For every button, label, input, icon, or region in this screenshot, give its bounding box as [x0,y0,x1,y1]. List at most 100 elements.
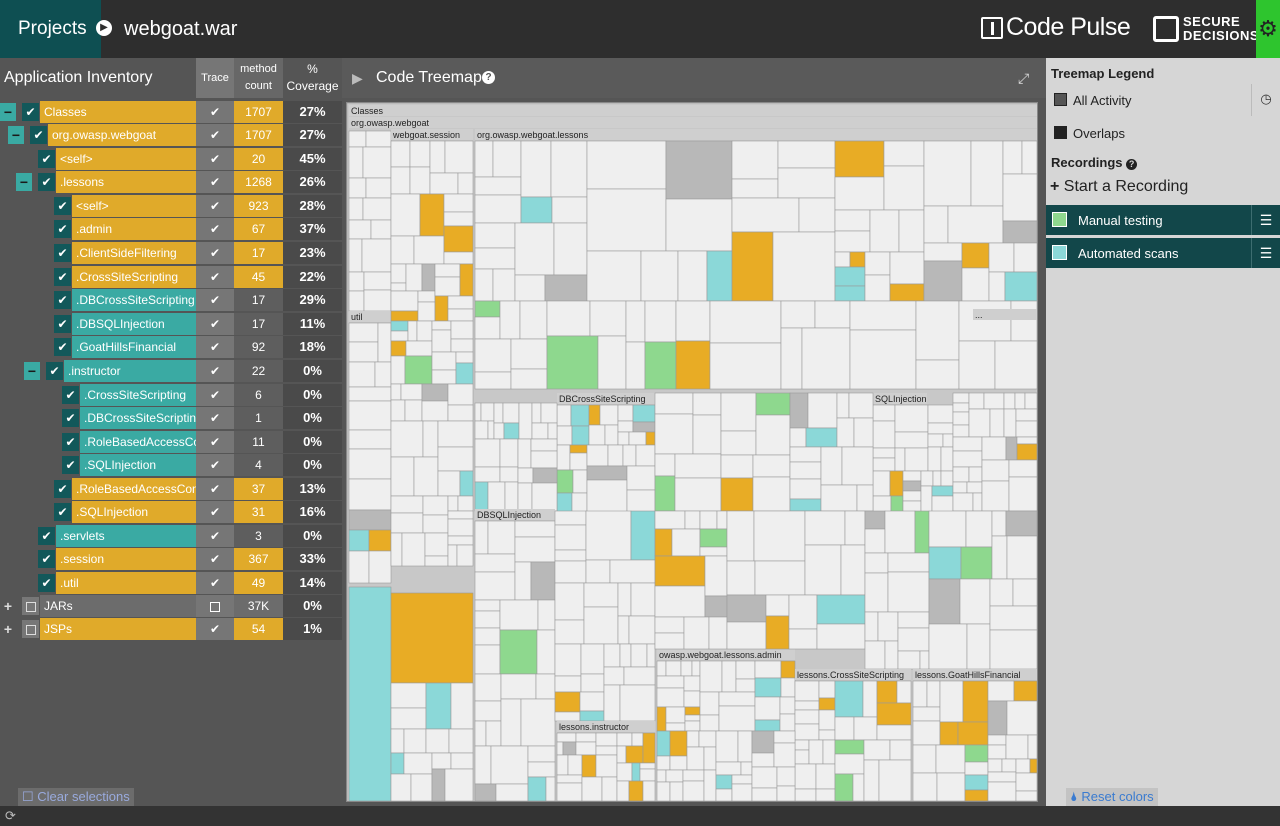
inventory-row[interactable]: ✔ .admin ✔ 67 37% [0,218,342,240]
treemap-cell[interactable] [682,769,705,782]
treemap-cell[interactable] [1015,420,1037,438]
treemap-cell[interactable] [794,723,820,741]
treemap-cell[interactable] [540,402,558,424]
treemap-cell[interactable] [731,231,774,302]
treemap-cell[interactable] [923,260,963,302]
treemap-cell[interactable] [562,741,577,756]
treemap-cell[interactable] [912,720,941,746]
treemap-cell[interactable] [390,512,424,534]
inventory-row[interactable]: ✔ .SQLInjection ✔ 31 16% [0,501,342,523]
treemap-cell[interactable] [586,140,667,190]
treemap-cell[interactable] [518,402,533,440]
treemap-cell[interactable] [919,650,930,670]
treemap-cell[interactable] [368,529,392,552]
treemap-cell[interactable] [348,509,392,531]
help-icon[interactable]: ? [1126,159,1138,170]
treemap-cell[interactable] [556,754,569,776]
treemap-cell[interactable] [789,446,822,463]
checkbox[interactable]: ✔ [38,550,55,568]
treemap-cell[interactable] [961,267,990,302]
treemap-cell[interactable] [519,300,548,340]
treemap-cell[interactable] [575,732,597,743]
treemap-cell[interactable] [772,231,836,302]
treemap-cell[interactable] [794,700,820,711]
treemap-cell[interactable] [348,130,367,148]
treemap-cell[interactable] [619,684,656,722]
treemap-cell[interactable] [1008,459,1037,478]
treemap-cell[interactable] [780,660,796,679]
treemap-cell[interactable] [575,741,597,756]
treemap-cell[interactable] [970,140,1004,207]
treemap-cell[interactable] [684,510,701,530]
treemap-cell[interactable] [348,550,370,584]
treemap-cell[interactable] [595,745,618,756]
expand-icon[interactable]: + [0,620,16,638]
treemap-cell[interactable] [362,146,392,179]
treemap-cell[interactable] [1029,758,1037,774]
collapse-icon[interactable]: − [8,126,24,144]
inventory-row[interactable]: ✔.RoleBasedAccessCont...✔3713% [0,478,342,500]
treemap-cell[interactable] [554,619,585,645]
reset-colors-button[interactable]: 🌢 Reset colors [1066,788,1158,806]
treemap-cell[interactable] [556,741,564,756]
treemap-cell[interactable] [952,424,970,438]
treemap-cell[interactable] [1001,758,1017,773]
treemap-cell[interactable] [834,230,871,253]
treemap-cell[interactable] [656,675,685,689]
checkbox[interactable]: ✔ [54,291,71,309]
treemap-cell[interactable] [939,680,964,723]
play-icon[interactable]: ▶ [352,70,363,87]
treemap-cell[interactable] [1003,408,1017,438]
treemap-cell[interactable] [434,263,461,278]
treemap-cell[interactable] [684,714,701,722]
treemap-cell[interactable] [571,425,590,446]
treemap-cell[interactable] [876,702,912,726]
treemap-cell[interactable] [616,780,630,801]
treemap-cell[interactable] [754,719,781,732]
treemap-cell[interactable] [348,219,372,240]
treemap-cell[interactable] [390,728,405,754]
treemap-cell[interactable] [836,392,850,419]
treemap-cell[interactable] [474,627,501,646]
treemap-cell[interactable] [720,392,757,432]
treemap-cell[interactable] [443,225,474,253]
treemap-cell[interactable] [485,720,502,747]
treemap-cell[interactable] [493,402,504,424]
trace-toggle[interactable]: ✔ [196,124,234,146]
treemap-cell[interactable] [628,780,644,801]
treemap-cell[interactable] [474,247,516,270]
treemap-cell[interactable] [981,459,1010,482]
treemap-cell[interactable] [447,510,474,520]
treemap-cell[interactable] [487,481,506,512]
treemap-cell[interactable] [665,722,686,732]
treemap-cell[interactable] [991,510,1007,537]
treemap-cell[interactable] [1012,578,1037,607]
treemap-cell[interactable] [390,193,421,237]
treemap-cell[interactable] [898,209,925,253]
treemap-cell[interactable] [789,478,822,500]
treemap-cell[interactable] [1002,220,1037,244]
treemap-cell[interactable] [820,484,858,512]
treemap-cell[interactable] [654,528,673,557]
treemap-cell[interactable] [889,251,925,285]
treemap-cell[interactable] [603,684,621,722]
treemap-cell[interactable] [348,529,370,552]
treemap-cell[interactable] [848,392,874,419]
refresh-icon[interactable]: ⟳ [5,808,16,824]
treemap-cell[interactable] [474,673,502,702]
treemap-cell[interactable] [447,308,474,322]
treemap-cell[interactable] [991,535,1008,580]
treemap-cell[interactable] [654,475,676,512]
treemap-cell[interactable] [674,453,722,479]
treemap-cell[interactable] [818,729,836,741]
treemap-cell[interactable] [720,430,757,456]
treemap-cell[interactable] [531,482,558,512]
treemap-cell[interactable] [715,788,733,801]
treemap-cell[interactable] [474,745,492,785]
treemap-cell[interactable] [947,205,1004,244]
checkbox[interactable]: ✔ [54,268,71,286]
treemap-cell[interactable] [987,734,1007,746]
treemap-cell[interactable] [500,673,537,700]
recording-automated-scans[interactable]: Automated scans ☰ [1046,238,1280,268]
treemap-cell[interactable] [735,660,756,680]
